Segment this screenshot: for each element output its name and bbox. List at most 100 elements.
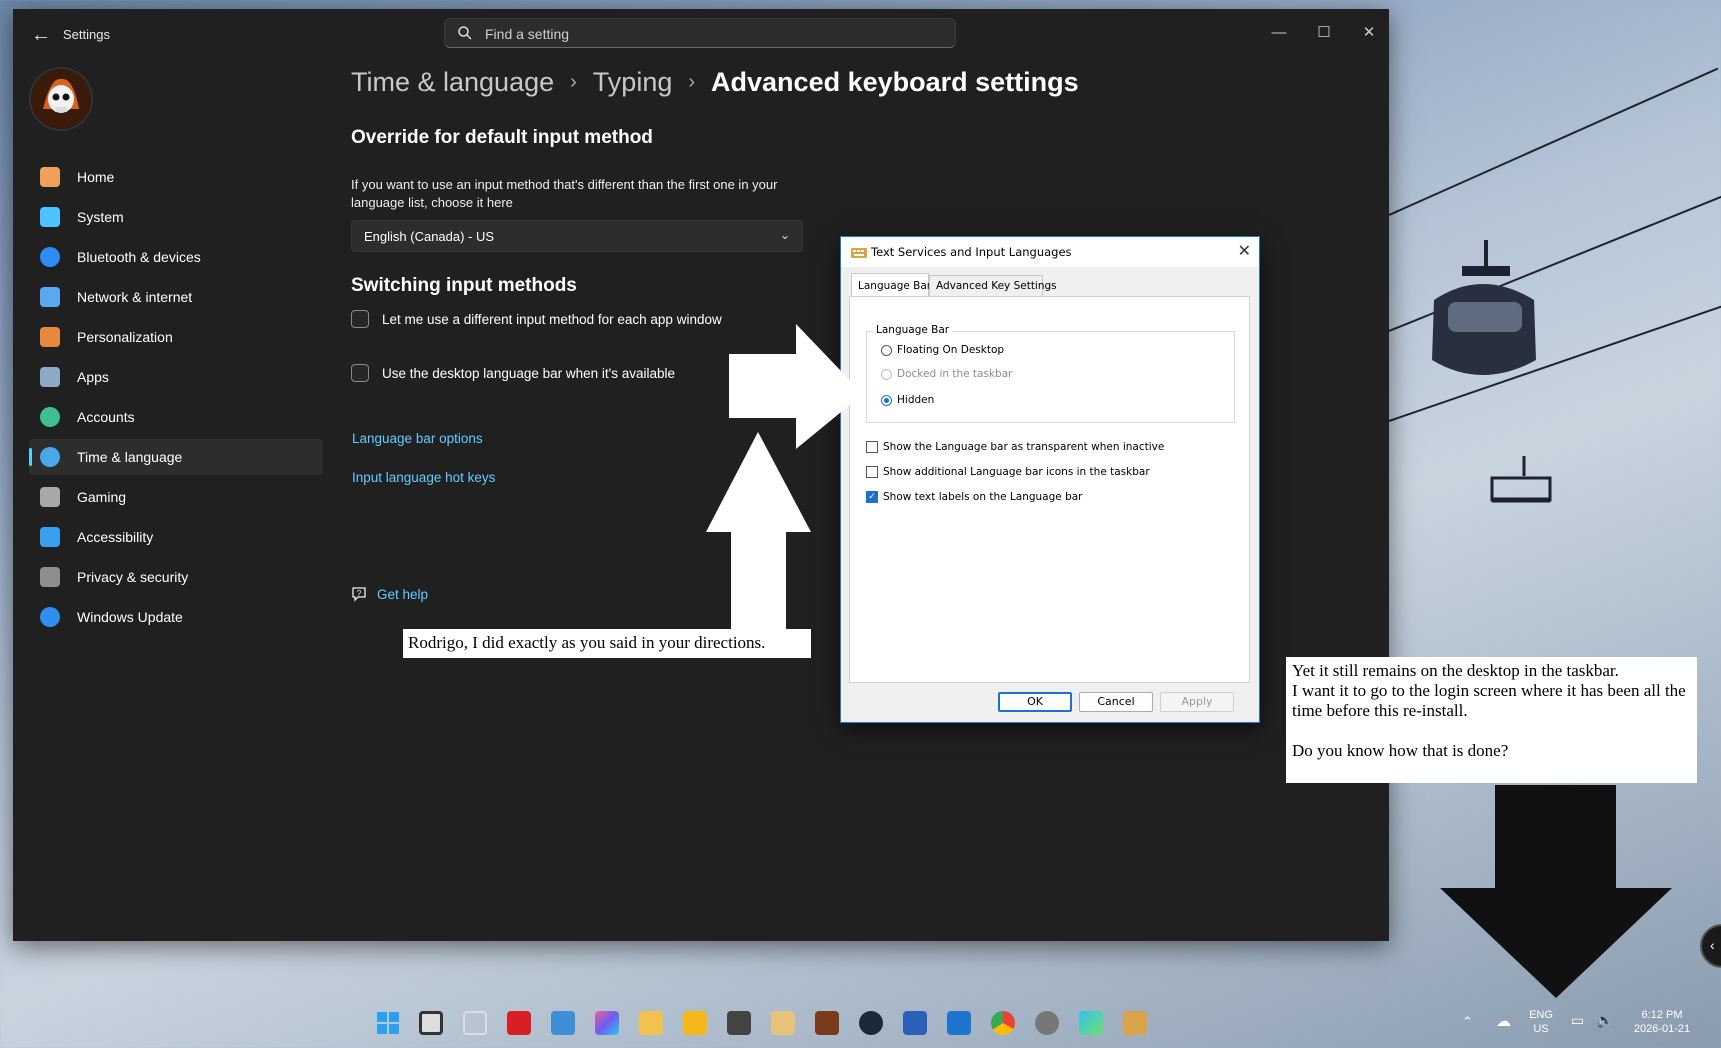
sidebar-item-personalization[interactable]: Personalization [29, 319, 323, 355]
sidebar-item-apps[interactable]: Apps [29, 359, 323, 395]
input-method-dropdown[interactable]: English (Canada) - US ⌄ [351, 220, 803, 252]
get-help-link[interactable]: Get help [377, 587, 428, 602]
back-arrow-icon[interactable]: ← [27, 21, 55, 49]
desktop-language-bar-checkbox-row[interactable]: Use the desktop language bar when it's a… [351, 364, 675, 382]
cancel-button[interactable]: Cancel [1079, 692, 1153, 712]
dialog-title: Text Services and Input Languages [871, 245, 1072, 259]
radio-floating[interactable]: Floating On Desktop [881, 344, 1004, 356]
search-icon [458, 26, 472, 40]
sidebar-item-bluetooth-devices[interactable]: Bluetooth & devices [29, 239, 323, 275]
annotation-note-1-text: Rodrigo, I did exactly as you said in yo… [408, 633, 766, 652]
annotation-note-2: Yet it still remains on the desktop in t… [1286, 657, 1697, 783]
clock[interactable]: 6:12 PM 2026-01-21 [1624, 1008, 1700, 1036]
annotation-note-2-line1: Yet it still remains on the desktop in t… [1292, 661, 1619, 680]
cloud-icon[interactable]: ☁ [1496, 1012, 1511, 1030]
sidebar-item-accounts[interactable]: Accounts [29, 399, 323, 435]
language-bar-options-link[interactable]: Language bar options [352, 431, 483, 446]
search-box[interactable]: Find a setting [444, 18, 956, 48]
copilot-icon[interactable] [595, 1011, 619, 1035]
radio-floating-circle[interactable] [881, 344, 892, 356]
minimize-button[interactable]: — [1259, 17, 1299, 49]
app-game-icon[interactable] [771, 1011, 795, 1035]
sidebar-item-time-language[interactable]: Time & language [29, 439, 323, 475]
brush-icon [40, 327, 60, 347]
ski-lift-cable [1388, 67, 1719, 216]
dialog-title-bar: Text Services and Input Languages ✕ [841, 237, 1259, 267]
transparent-checkbox-row[interactable]: Show the Language bar as transparent whe… [866, 441, 1164, 453]
settings-gear-icon[interactable] [1035, 1011, 1059, 1035]
sidebar-item-accessibility[interactable]: Accessibility [29, 519, 323, 555]
apply-button: Apply [1160, 692, 1234, 712]
photos-icon[interactable] [551, 1011, 575, 1035]
sidebar-item-windows-update[interactable]: Windows Update [29, 599, 323, 635]
breadcrumb-time-language[interactable]: Time & language [351, 67, 554, 97]
steam-icon[interactable] [859, 1011, 883, 1035]
per-app-input-checkbox[interactable] [351, 310, 369, 328]
text-services-dialog: Text Services and Input Languages ✕ Lang… [840, 236, 1260, 723]
transparent-checkbox[interactable] [866, 441, 878, 453]
radio-hidden-circle[interactable] [881, 394, 892, 406]
file-explorer-icon[interactable] [683, 1011, 707, 1035]
network-icon [40, 287, 60, 307]
sidebar-item-privacy-security[interactable]: Privacy & security [29, 559, 323, 595]
breadcrumb: Time & language › Typing › Advanced keyboard… [351, 67, 1079, 98]
dialog-close-icon[interactable]: ✕ [1238, 241, 1251, 260]
sidebar-item-system[interactable]: System [29, 199, 323, 235]
additional-icons-checkbox[interactable] [866, 466, 878, 478]
annotation-note-2-line2: I want it to go to the login screen wher… [1292, 681, 1686, 720]
additional-icons-checkbox-row[interactable]: Show additional Language bar icons in th… [866, 466, 1150, 478]
per-app-input-checkbox-row[interactable]: Let me use a different input method for … [351, 310, 722, 328]
switching-heading: Switching input methods [351, 275, 577, 296]
sidebar-item-label: Bluetooth & devices [77, 249, 201, 265]
widget-handle[interactable]: ‹ [1700, 924, 1721, 968]
sidebar-item-gaming[interactable]: Gaming [29, 479, 323, 515]
clock-time: 6:12 PM [1641, 1009, 1683, 1021]
maximize-button[interactable]: ☐ [1304, 17, 1344, 49]
breadcrumb-typing[interactable]: Typing [593, 67, 673, 97]
shield-icon [40, 567, 60, 587]
word-icon[interactable] [903, 1011, 927, 1035]
language-indicator[interactable]: ENG US [1526, 1008, 1556, 1036]
mcafee-icon[interactable] [507, 1011, 531, 1035]
network-icon[interactable]: ▭ [1571, 1012, 1584, 1029]
input-language-hot-keys-link[interactable]: Input language hot keys [352, 470, 495, 485]
svg-text:?: ? [357, 589, 362, 598]
sidebar-item-label: Windows Update [77, 609, 183, 625]
text-labels-checkbox[interactable]: ✓ [866, 491, 878, 503]
language-bar-keyboard-icon[interactable] [1123, 1011, 1147, 1035]
task-view-icon[interactable] [419, 1011, 443, 1035]
outlook-icon[interactable] [947, 1011, 971, 1035]
ok-button[interactable]: OK [998, 692, 1072, 712]
language-bar-group: Language Bar Floating On Desktop Docked … [866, 324, 1235, 423]
volume-icon[interactable]: 🔈 [1596, 1012, 1613, 1029]
app-colorful-icon[interactable] [1079, 1011, 1103, 1035]
snipping-tool-icon[interactable] [463, 1011, 487, 1035]
desktop-language-bar-checkbox[interactable] [351, 364, 369, 382]
windows-start-icon[interactable] [376, 1011, 400, 1035]
solitaire-icon[interactable] [815, 1011, 839, 1035]
sidebar-item-network-internet[interactable]: Network & internet [29, 279, 323, 315]
text-labels-checkbox-row[interactable]: ✓ Show text labels on the Language bar [866, 491, 1083, 503]
sidebar-item-label: Gaming [77, 489, 127, 505]
annotation-note-1: Rodrigo, I did exactly as you said in yo… [403, 629, 811, 658]
sidebar-item-home[interactable]: Home [29, 159, 323, 195]
tab-language-bar[interactable]: Language Bar [851, 273, 931, 296]
radio-docked-label: Docked in the taskbar [897, 368, 1013, 380]
title-bar: ← Settings Find a setting — ☐ ✕ [13, 9, 1389, 59]
radio-hidden[interactable]: Hidden [881, 394, 934, 406]
tab-advanced-key-settings[interactable]: Advanced Key Settings [929, 275, 1057, 296]
search-input[interactable]: Find a setting [485, 26, 569, 42]
group-label: Language Bar [873, 324, 953, 336]
chrome-icon[interactable] [991, 1011, 1015, 1035]
chevron-up-icon[interactable]: ⌃ [1462, 1014, 1473, 1030]
input-method-value: English (Canada) - US [364, 229, 495, 244]
radio-docked: Docked in the taskbar [881, 368, 1012, 380]
close-button[interactable]: ✕ [1349, 17, 1389, 49]
update-icon [40, 607, 60, 627]
accessibility-icon [40, 527, 60, 547]
app-cube-icon[interactable] [727, 1011, 751, 1035]
avatar[interactable] [29, 67, 93, 131]
sticky-notes-icon[interactable] [639, 1011, 663, 1035]
globe-clock-icon [40, 447, 60, 467]
get-help[interactable]: ? Get help [351, 586, 428, 602]
